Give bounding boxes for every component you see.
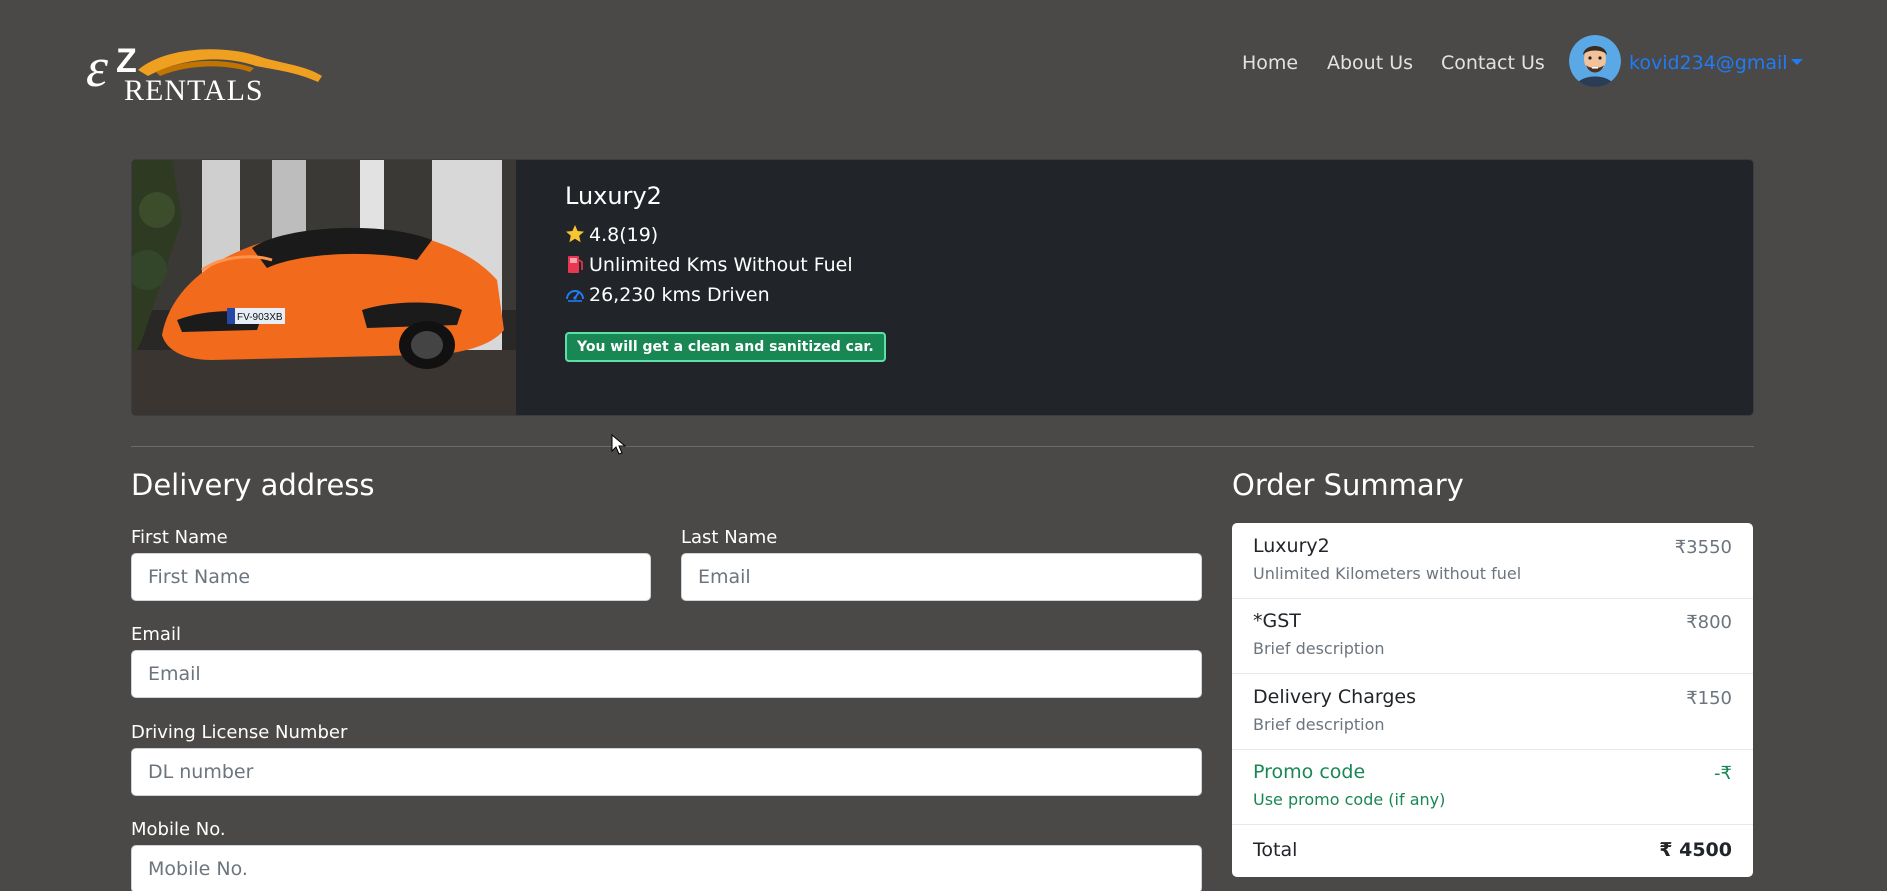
svg-text:ɛ: ɛ (86, 42, 108, 99)
first-name-input[interactable] (131, 553, 651, 601)
section-divider (131, 446, 1754, 447)
promo-code-label: Promo code (1253, 761, 1366, 783)
car-plan: Unlimited Kms Without Fuel (565, 254, 853, 276)
summary-item-desc: Brief description (1253, 639, 1385, 658)
ez-rentals-logo-icon: ɛ Z RENTALS (86, 42, 322, 104)
summary-item-name: Luxury2 (1253, 535, 1330, 557)
license-input[interactable] (131, 748, 1202, 796)
summary-item-delivery: Delivery Charges Brief description ₹150 (1232, 674, 1753, 750)
promo-code-discount: -₹ (1714, 763, 1732, 784)
summary-item-name: *GST (1253, 610, 1301, 632)
car-card: FV-903XB Luxury2 4.8(19) Unlimited Kms W… (131, 159, 1754, 416)
order-summary-list: Luxury2 Unlimited Kilometers without fue… (1232, 523, 1753, 877)
summary-item-price: ₹3550 (1674, 537, 1732, 558)
avatar-icon (1569, 35, 1621, 87)
summary-divider (1232, 824, 1753, 825)
total-label: Total (1253, 839, 1298, 861)
last-name-label: Last Name (681, 527, 778, 548)
summary-item-gst: *GST Brief description ₹800 (1232, 598, 1753, 674)
first-name-label: First Name (131, 527, 228, 548)
car-plan-text: Unlimited Kms Without Fuel (589, 254, 853, 276)
summary-item-price: ₹150 (1686, 688, 1732, 709)
email-input[interactable] (131, 650, 1202, 698)
svg-text:RENTALS: RENTALS (124, 74, 264, 104)
car-rating-value: 4.8(19) (589, 224, 659, 246)
car-driven: 26,230 kms Driven (565, 284, 770, 306)
delivery-address-title: Delivery address (131, 468, 375, 502)
summary-item-promo[interactable]: Promo code Use promo code (if any) -₹ (1232, 749, 1753, 825)
summary-item-name: Delivery Charges (1253, 686, 1416, 708)
car-driven-text: 26,230 kms Driven (589, 284, 770, 306)
nav-home-link[interactable]: Home (1242, 52, 1298, 74)
star-icon (565, 224, 585, 244)
summary-item-desc: Brief description (1253, 715, 1385, 734)
nav-contact-link[interactable]: Contact Us (1441, 52, 1545, 74)
total-value: ₹ 4500 (1659, 839, 1732, 861)
mobile-label: Mobile No. (131, 819, 226, 840)
speedometer-icon (565, 284, 585, 304)
summary-item-desc: Unlimited Kilometers without fuel (1253, 564, 1522, 583)
sanitized-badge: You will get a clean and sanitized car. (565, 332, 886, 362)
summary-item-price: ₹800 (1686, 612, 1732, 633)
nav-about-link[interactable]: About Us (1327, 52, 1413, 74)
caret-down-icon (1790, 58, 1803, 65)
brand-logo[interactable]: ɛ Z RENTALS (86, 42, 326, 104)
navbar: ɛ Z RENTALS Home About Us Contact Us kov… (0, 0, 1887, 130)
email-label: Email (131, 624, 181, 645)
license-label: Driving License Number (131, 722, 348, 743)
user-dropdown-toggle[interactable]: kovid234@gmail (1629, 52, 1803, 74)
promo-code-desc: Use promo code (if any) (1253, 790, 1446, 809)
mouse-pointer-icon (611, 433, 627, 456)
mobile-input[interactable] (131, 845, 1202, 891)
sports-car-photo-icon: FV-903XB (132, 160, 516, 415)
license-plate-text: FV-903XB (237, 312, 283, 323)
user-avatar[interactable] (1569, 35, 1621, 87)
summary-item-rental: Luxury2 Unlimited Kilometers without fue… (1232, 523, 1753, 599)
order-summary-title: Order Summary (1232, 468, 1464, 502)
user-email-label: kovid234@gmail (1629, 52, 1788, 74)
car-rating: 4.8(19) (565, 224, 658, 246)
car-image: FV-903XB (132, 160, 516, 415)
last-name-input[interactable] (681, 553, 1202, 601)
car-title: Luxury2 (565, 182, 662, 210)
fuel-pump-icon (565, 254, 585, 274)
